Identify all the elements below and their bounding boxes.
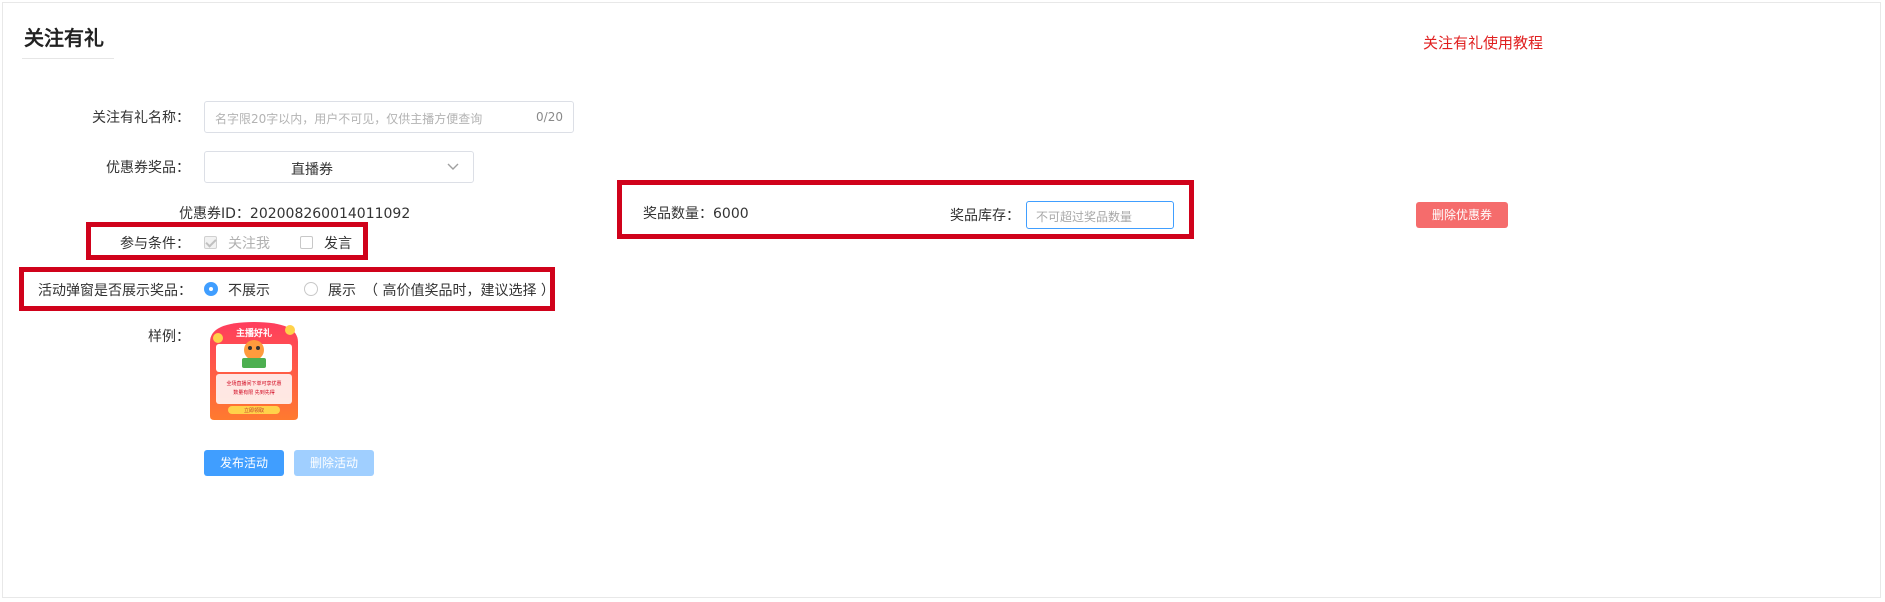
sample-card-line2: 数量有限 先到先得 (233, 389, 275, 396)
stock-input[interactable]: 不可超过奖品数量 (1026, 201, 1174, 229)
follow-checkbox[interactable] (204, 236, 217, 249)
sample-popup-image: 主播好礼 全场直播间下单可享优惠 数量有限 先到先得 立即领取 (210, 322, 298, 420)
sample-card-button: 立即领取 (244, 407, 264, 414)
sample-label: 样例： (148, 329, 190, 345)
popup-hide-radio[interactable] (204, 282, 218, 296)
popup-show-label: 展示 (328, 283, 356, 299)
popup-show-radio[interactable] (304, 282, 318, 296)
stock-label: 奖品库存： (950, 208, 1020, 224)
sample-card-header: 主播好礼 (236, 327, 272, 339)
follow-checkbox-label: 关注我 (228, 236, 270, 252)
name-input[interactable]: 名字限20字以内，用户不可见，仅供主播方便查询 0/20 (204, 101, 574, 133)
sample-card-line1: 全场直播间下单可享优惠 (226, 380, 281, 387)
page-title: 关注有礼 (24, 26, 104, 50)
stock-input-placeholder: 不可超过奖品数量 (1036, 210, 1133, 224)
popup-hint: （ 高价值奖品时，建议选择 ） (364, 283, 555, 299)
popup-label: 活动弹窗是否展示奖品： (38, 283, 192, 299)
coupon-select-value: 直播券 (291, 162, 333, 178)
coupon-select[interactable]: 直播券 (204, 151, 474, 183)
coupon-id: 优惠券ID：202008260014011092 (179, 206, 411, 222)
prize-quantity: 奖品数量：6000 (643, 206, 749, 222)
tutorial-link[interactable]: 关注有礼使用教程 (1423, 32, 1543, 53)
delete-coupon-button[interactable]: 删除优惠券 (1416, 202, 1508, 228)
name-char-counter: 0/20 (536, 110, 563, 124)
popup-hide-label: 不展示 (228, 283, 270, 299)
conditions-label: 参与条件： (120, 236, 190, 252)
comment-checkbox-label: 发言 (324, 236, 352, 252)
title-underline (22, 58, 114, 59)
name-label: 关注有礼名称： (92, 110, 190, 126)
coupon-label: 优惠券奖品： (106, 160, 190, 176)
comment-checkbox[interactable] (300, 236, 313, 249)
name-input-placeholder: 名字限20字以内，用户不可见，仅供主播方便查询 (215, 112, 483, 126)
delete-activity-button[interactable]: 删除活动 (294, 450, 374, 476)
publish-button[interactable]: 发布活动 (204, 450, 284, 476)
chevron-down-icon (447, 163, 459, 170)
